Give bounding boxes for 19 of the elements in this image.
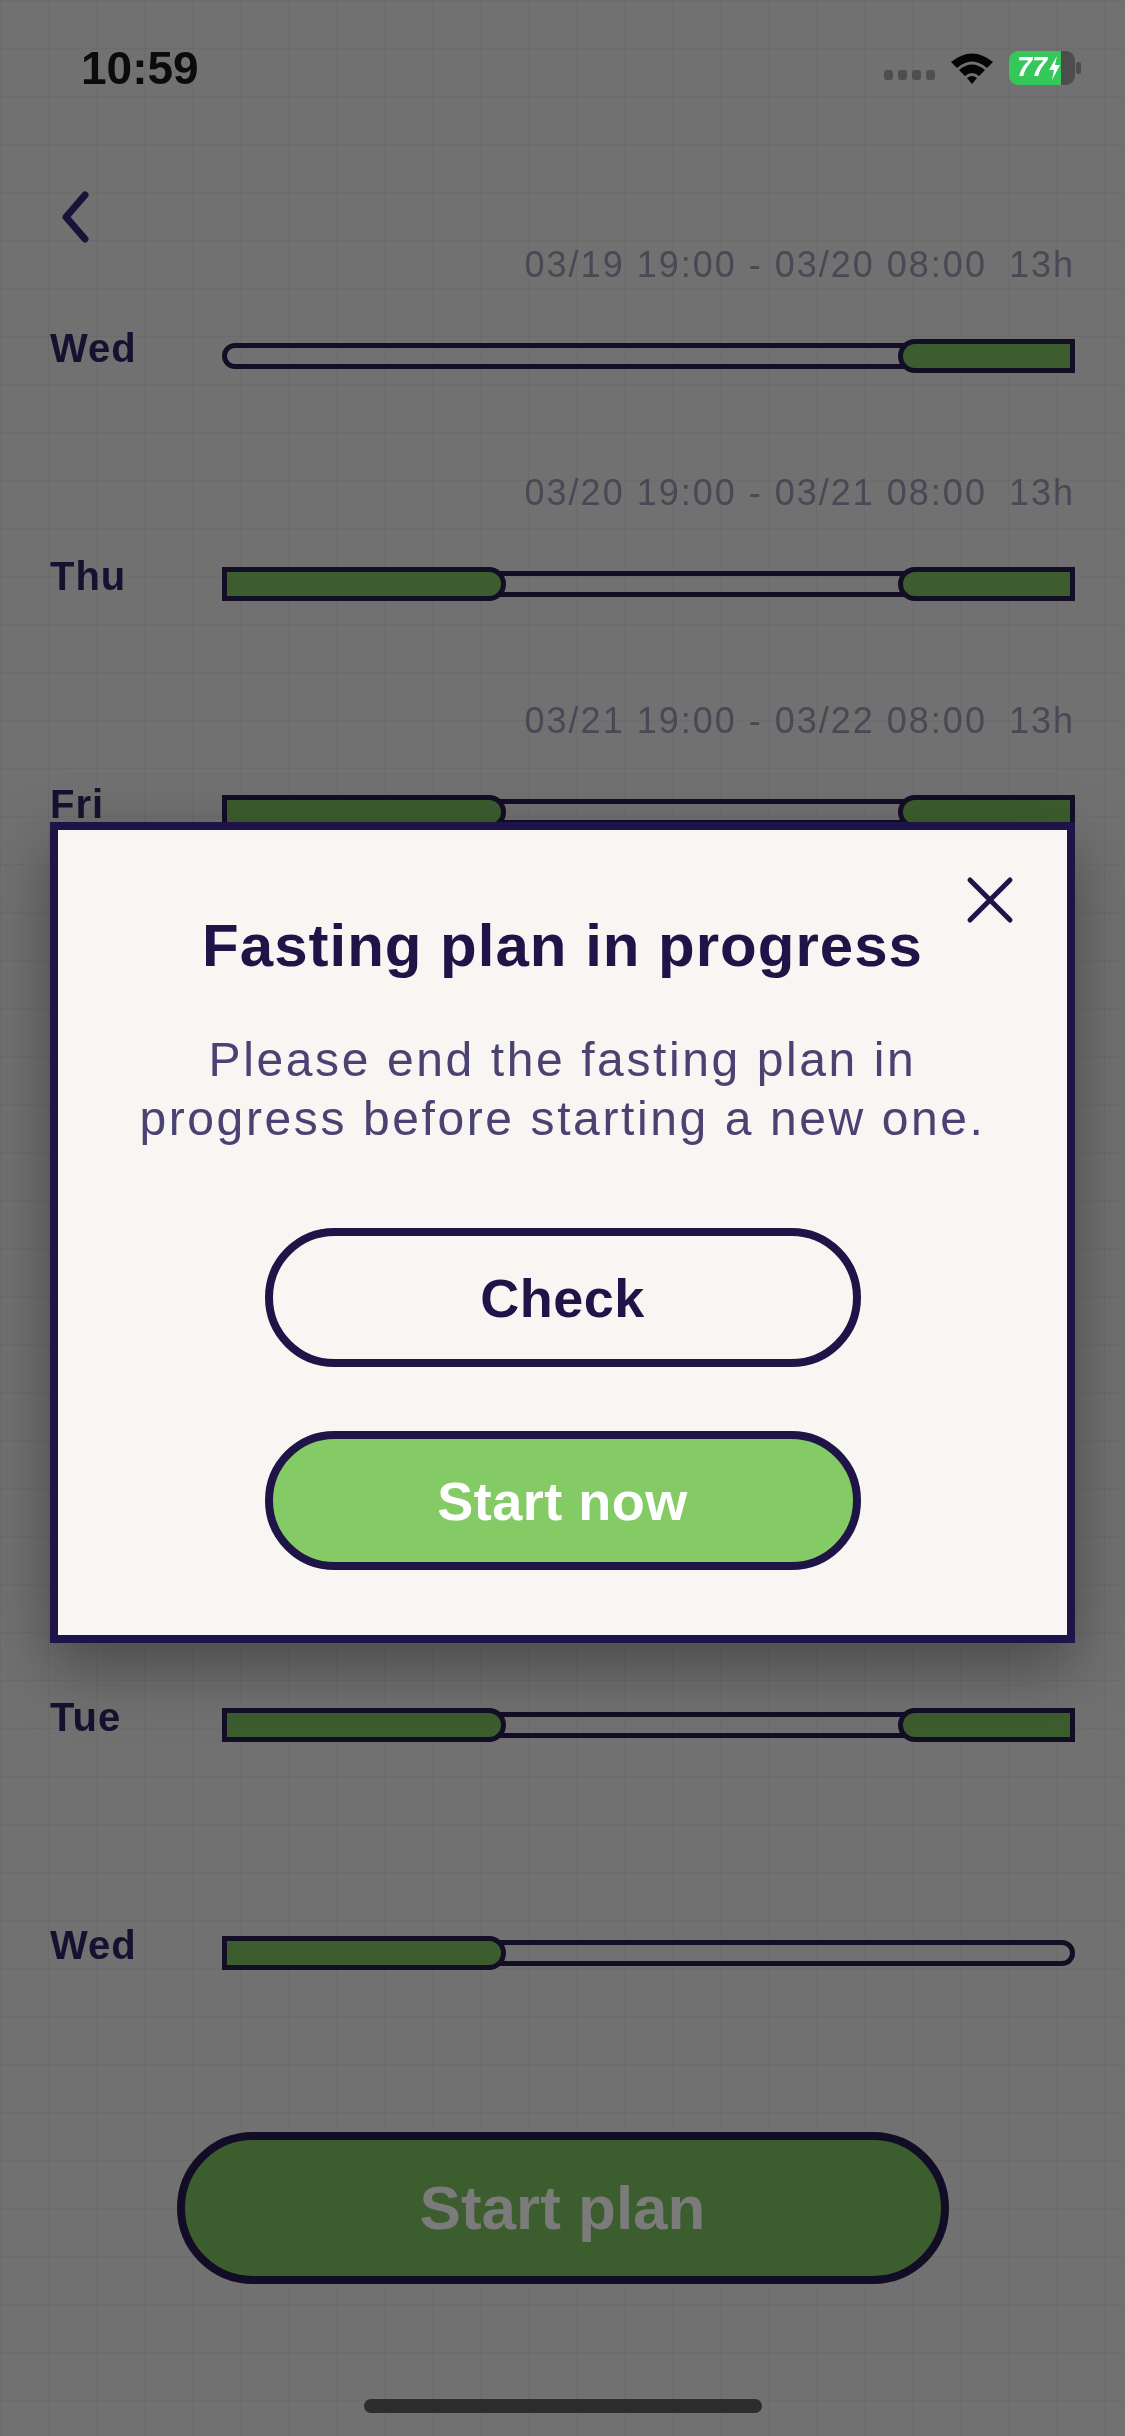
status-time: 10:59 (81, 44, 199, 91)
dialog-title: Fasting plan in progress (201, 912, 924, 979)
day-label: Thu (50, 556, 128, 596)
day-label: Fri (50, 784, 106, 824)
close-button[interactable] (965, 875, 1015, 925)
chevron-left-icon (60, 190, 90, 244)
check-button[interactable]: Check (264, 1228, 861, 1367)
bolt-icon (1048, 55, 1062, 80)
start-now-button[interactable]: Start now (264, 1431, 861, 1570)
day-label: Wed (50, 328, 138, 368)
close-icon (965, 875, 1015, 925)
day-label: Wed (50, 1925, 138, 1965)
signal-dots-icon (884, 69, 935, 80)
wifi-icon (949, 51, 995, 84)
day-label: Tue (50, 1697, 123, 1737)
battery-tip-icon (1076, 61, 1081, 74)
dialog-message: Please end the fasting plan in progress before starting a new one. (138, 1032, 987, 1147)
battery-percentage: 77 (1017, 54, 1048, 81)
start-plan-button[interactable]: Start plan (176, 2132, 949, 2284)
